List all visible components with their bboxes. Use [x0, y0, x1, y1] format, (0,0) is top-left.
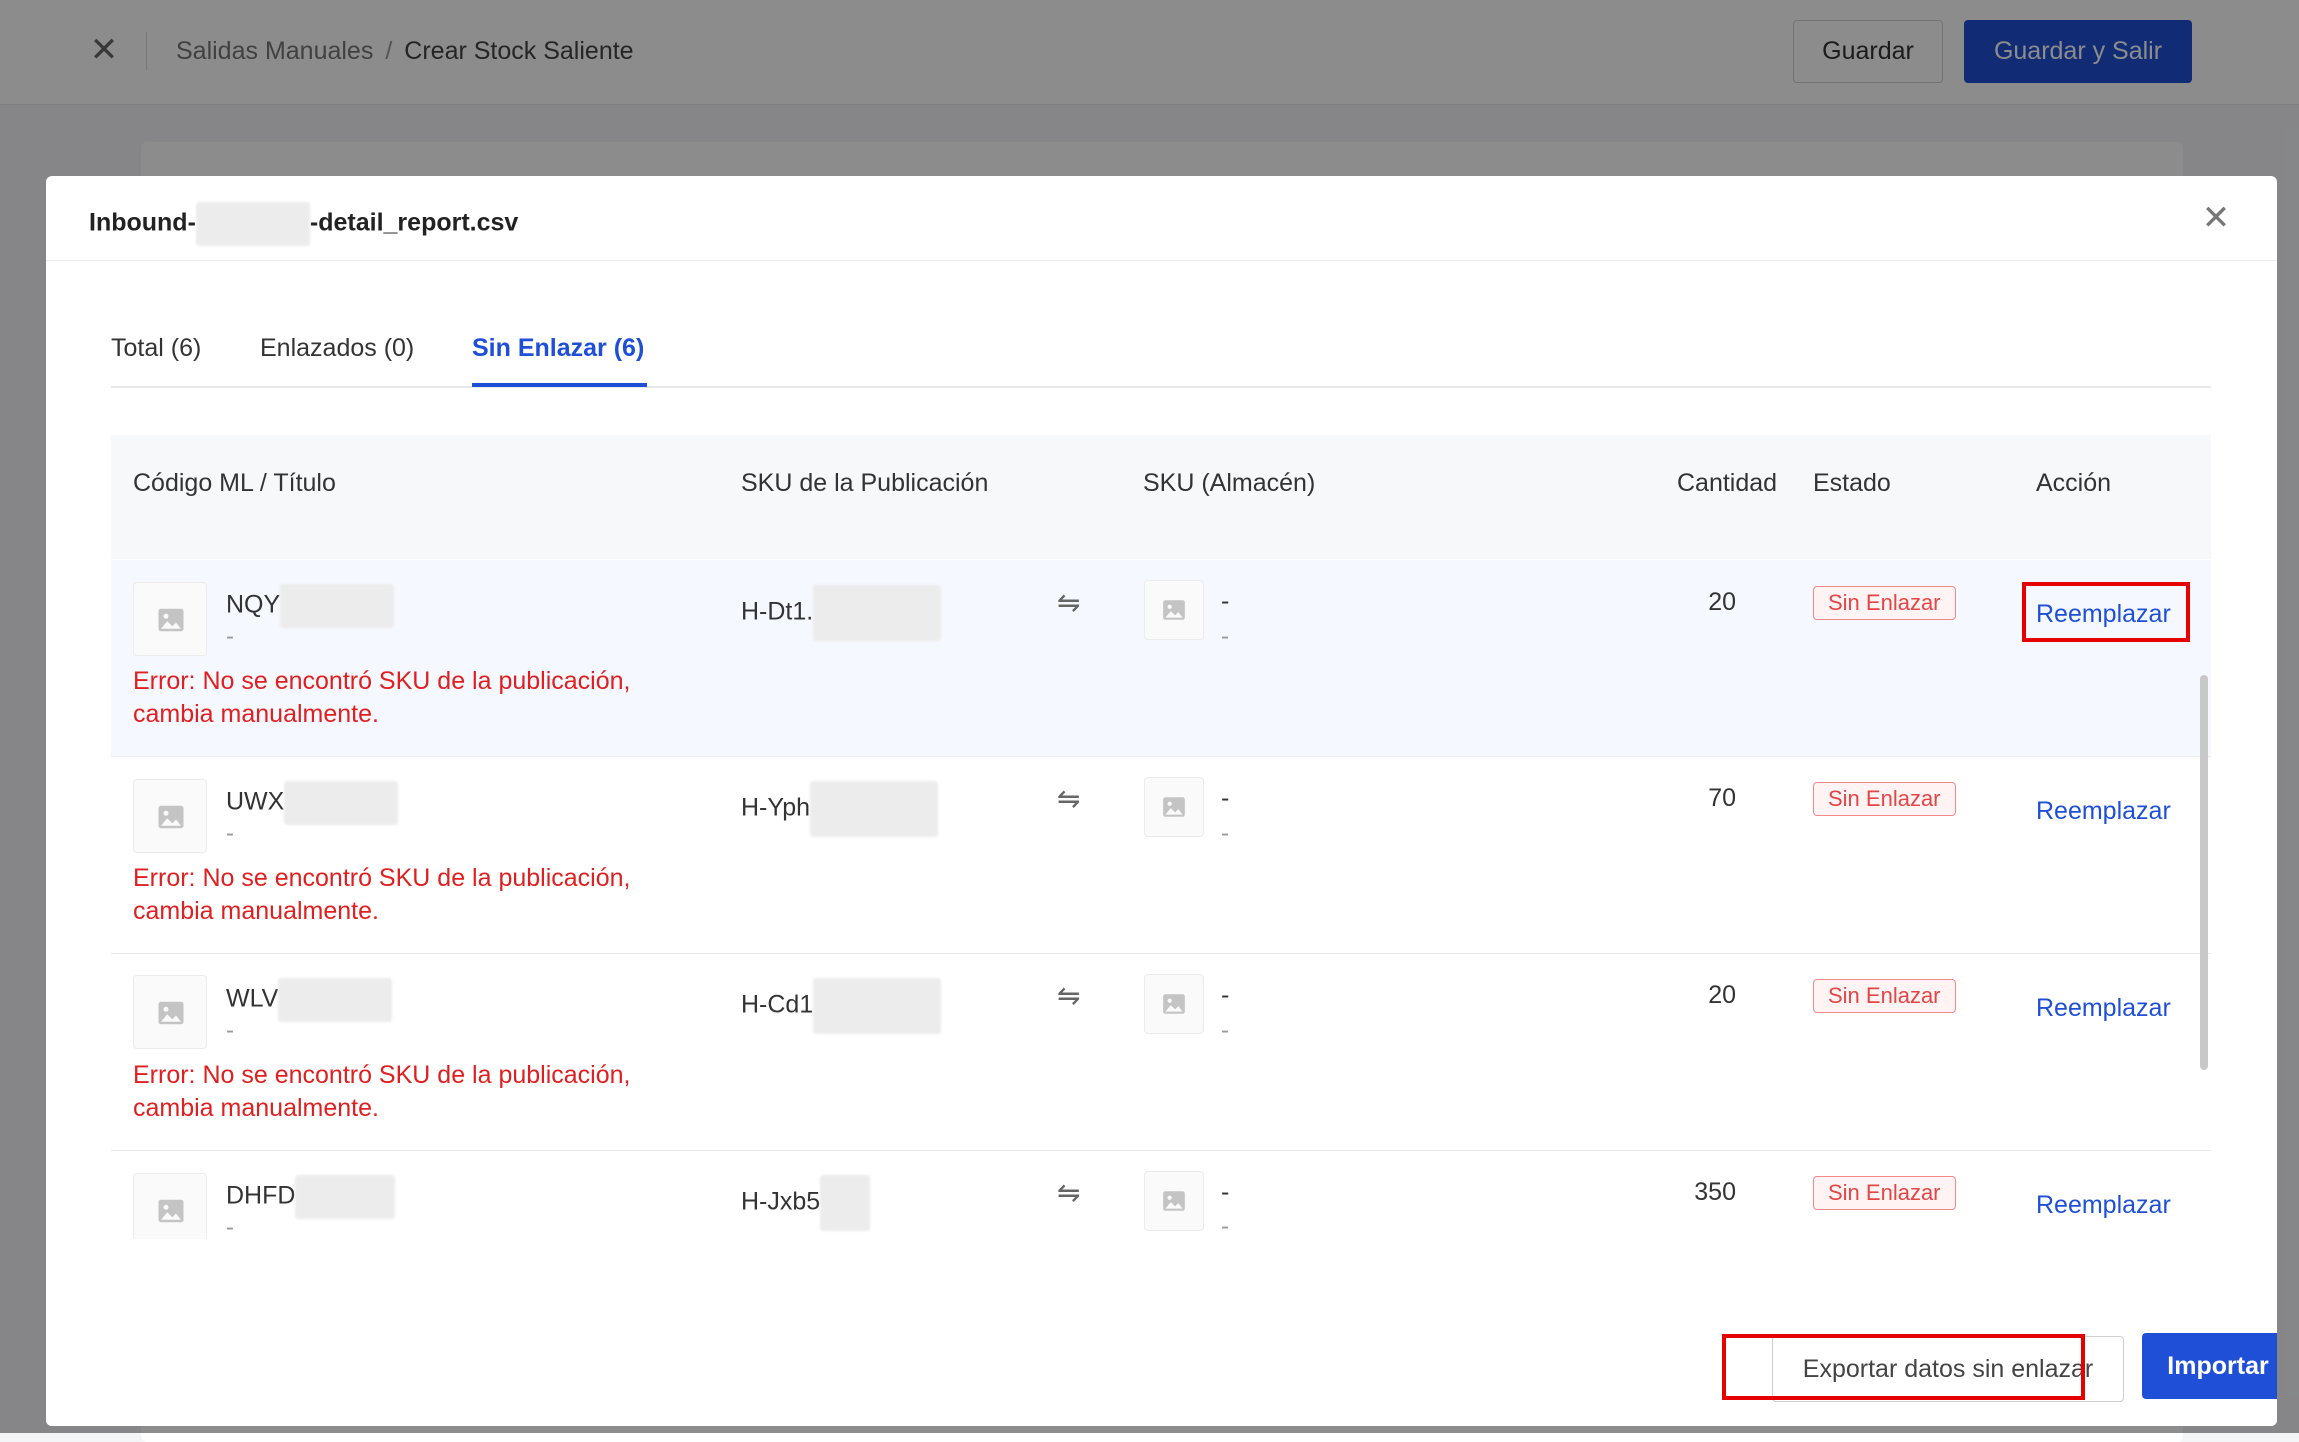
- product-thumbnail: [133, 1173, 207, 1239]
- column-header-qty: Cantidad: [1677, 469, 1778, 497]
- quantity: 350: [1694, 1178, 1736, 1206]
- publication-sku-text: H-Yph: [741, 793, 811, 822]
- product-title: -: [226, 623, 234, 650]
- tab-total[interactable]: Total (6): [111, 328, 201, 368]
- status-badge: Sin Enlazar: [1813, 979, 1956, 1013]
- warehouse-sku-subtitle: -: [1221, 1213, 1229, 1240]
- warehouse-thumbnail: [1144, 580, 1204, 640]
- ml-code-text: NQY: [226, 590, 281, 619]
- swap-icon: ⇋: [1057, 1177, 1081, 1208]
- redacted-block: [813, 585, 942, 641]
- error-message: cambia manualmente.: [133, 700, 379, 728]
- warehouse-sku: -: [1221, 784, 1230, 812]
- modal-title: Inbound- -detail_report.csv: [89, 202, 518, 246]
- scrollbar-thumb[interactable]: [2200, 675, 2208, 1070]
- column-header-action: Acción: [2036, 469, 2112, 497]
- warehouse-sku: -: [1221, 587, 1230, 615]
- product-title: -: [226, 1214, 234, 1241]
- redacted-block: [820, 1175, 871, 1231]
- publication-sku: H-Yph: [741, 781, 939, 837]
- quantity: 70: [1708, 784, 1736, 812]
- warehouse-sku: -: [1221, 981, 1230, 1009]
- active-tab-indicator: [472, 383, 647, 387]
- column-header-code: Código ML / Título: [133, 469, 336, 497]
- product-thumbnail: [133, 582, 207, 656]
- warehouse-sku-subtitle: -: [1221, 820, 1229, 847]
- product-title: -: [226, 1017, 234, 1044]
- replace-link[interactable]: Reemplazar: [2036, 794, 2171, 828]
- warehouse-sku-subtitle: -: [1221, 1017, 1229, 1044]
- product-title: -: [226, 820, 234, 847]
- ml-code-text: WLV: [226, 984, 279, 1013]
- error-message: Error: No se encontró SKU de la publicac…: [133, 1061, 631, 1089]
- replace-link[interactable]: Reemplazar: [2036, 991, 2171, 1025]
- modal-header: Inbound- -detail_report.csv ✕: [46, 176, 2277, 261]
- redacted-block: [813, 978, 942, 1034]
- image-placeholder-icon: [1163, 600, 1185, 620]
- product-thumbnail: [133, 975, 207, 1049]
- ml-code: DHFD: [226, 1175, 396, 1219]
- product-thumbnail: [133, 779, 207, 853]
- quantity: 20: [1708, 981, 1736, 1009]
- warehouse-sku-subtitle: -: [1221, 623, 1229, 650]
- publication-sku: H-Jxb5: [741, 1175, 871, 1231]
- warehouse-thumbnail: [1144, 974, 1204, 1034]
- tab-enlazados[interactable]: Enlazados (0): [260, 328, 414, 368]
- redacted-block: [280, 584, 395, 628]
- column-header-pub-sku: SKU de la Publicación: [741, 469, 989, 497]
- swap-icon: ⇋: [1057, 980, 1081, 1011]
- status-badge: Sin Enlazar: [1813, 586, 1956, 620]
- swap-icon: ⇋: [1057, 587, 1081, 618]
- quantity: 20: [1708, 588, 1736, 616]
- error-message: Error: No se encontró SKU de la publicac…: [133, 667, 631, 695]
- publication-sku: H-Dt1.: [741, 585, 942, 641]
- column-header-wh-sku: SKU (Almacén): [1143, 469, 1316, 497]
- ml-code-text: DHFD: [226, 1181, 296, 1210]
- redacted-block: [278, 978, 393, 1022]
- image-placeholder-icon: [1163, 994, 1185, 1014]
- ml-code: WLV: [226, 978, 393, 1022]
- tabs-divider: [111, 386, 2211, 388]
- publication-sku-text: H-Cd1: [741, 990, 814, 1019]
- ml-code: UWX: [226, 781, 399, 825]
- image-placeholder-icon: [1163, 797, 1185, 817]
- import-button[interactable]: Importar: [2142, 1333, 2277, 1399]
- publication-sku: H-Cd1: [741, 978, 942, 1034]
- ml-code-text: UWX: [226, 787, 285, 816]
- close-icon[interactable]: ✕: [2196, 198, 2236, 238]
- publication-sku-text: H-Jxb5: [741, 1187, 821, 1216]
- ml-code: NQY: [226, 584, 395, 628]
- import-modal: Inbound- -detail_report.csv ✕ Total (6) E…: [46, 176, 2277, 1426]
- redacted-block: [810, 781, 939, 837]
- status-badge: Sin Enlazar: [1813, 1176, 1956, 1210]
- warehouse-thumbnail: [1144, 777, 1204, 837]
- highlight-box: [2022, 582, 2190, 642]
- redacted-block: [295, 1175, 396, 1219]
- image-placeholder-icon: [158, 1001, 184, 1025]
- highlight-box: [1722, 1334, 2085, 1400]
- swap-icon: ⇋: [1057, 783, 1081, 814]
- redacted-block: [284, 781, 399, 825]
- publication-sku-text: H-Dt1.: [741, 597, 814, 626]
- replace-link[interactable]: Reemplazar: [2036, 1188, 2171, 1222]
- column-header-status: Estado: [1813, 469, 1891, 497]
- redacted-block: [195, 202, 310, 246]
- error-message: cambia manualmente.: [133, 897, 379, 925]
- title-suffix: -detail_report.csv: [309, 208, 519, 237]
- image-placeholder-icon: [158, 1199, 184, 1223]
- image-placeholder-icon: [158, 805, 184, 829]
- image-placeholder-icon: [158, 608, 184, 632]
- title-prefix: Inbound-: [89, 208, 196, 237]
- warehouse-sku: -: [1221, 1178, 1230, 1206]
- error-message: Error: No se encontró SKU de la publicac…: [133, 864, 631, 892]
- status-badge: Sin Enlazar: [1813, 782, 1956, 816]
- image-placeholder-icon: [1163, 1191, 1185, 1211]
- warehouse-thumbnail: [1144, 1171, 1204, 1231]
- tab-sin-enlazar[interactable]: Sin Enlazar (6): [472, 328, 644, 368]
- error-message: cambia manualmente.: [133, 1094, 379, 1122]
